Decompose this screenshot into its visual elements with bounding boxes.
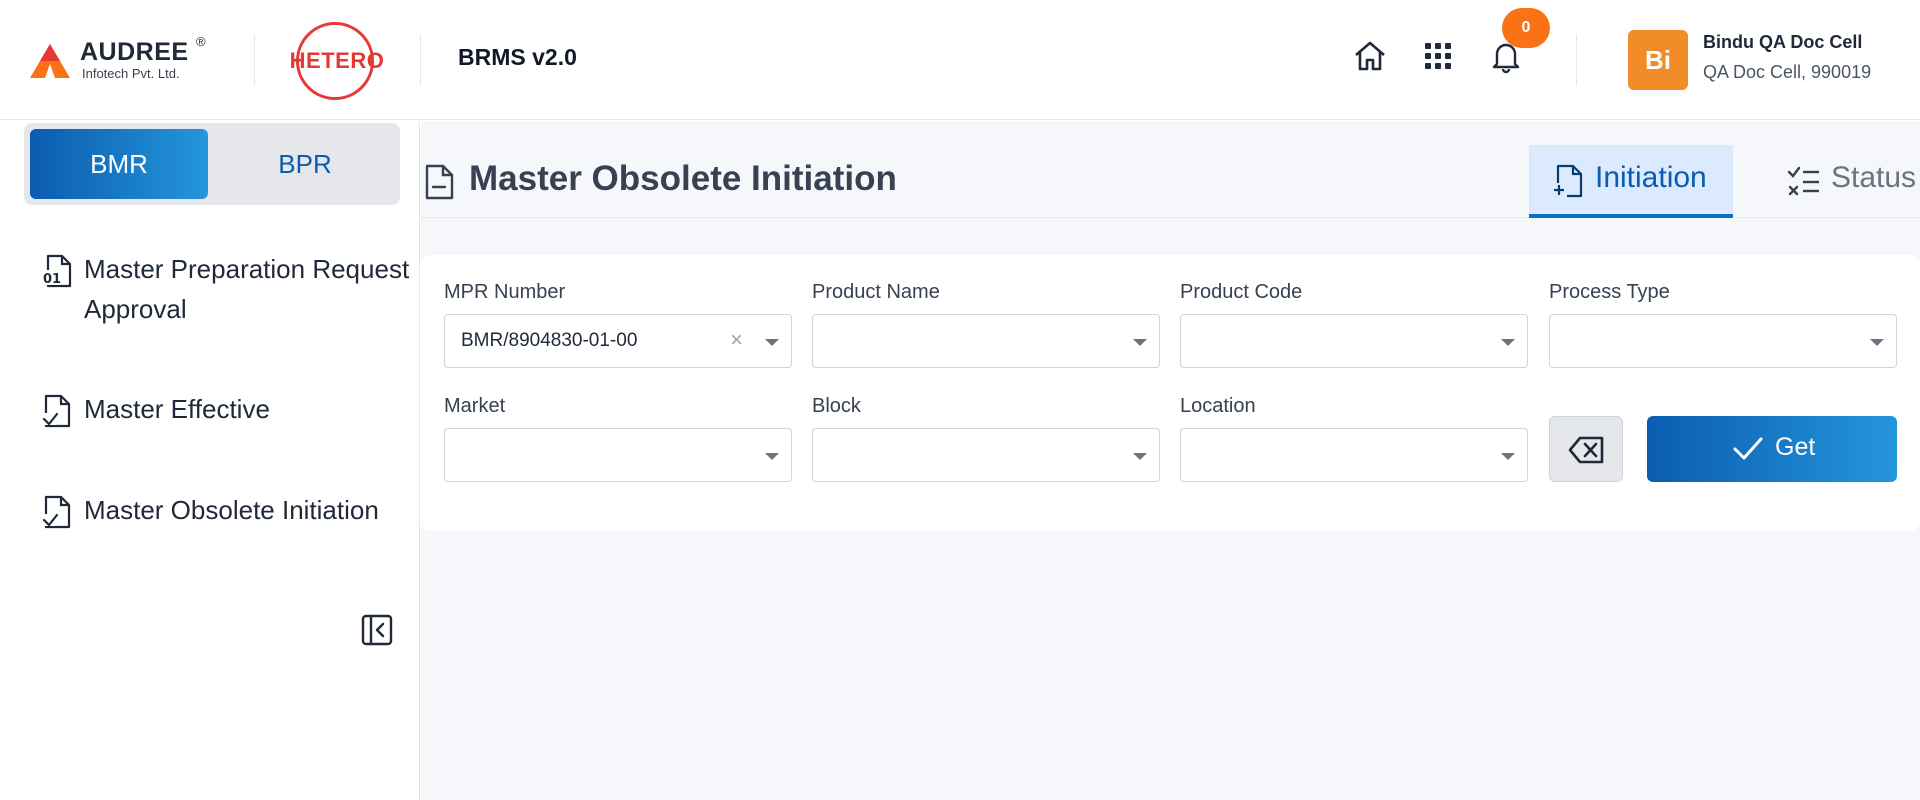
audree-logo-mark	[30, 44, 70, 78]
process-type-select[interactable]	[1549, 314, 1897, 368]
process-type-label: Process Type	[1549, 281, 1670, 303]
notification-count-badge[interactable]: 0	[1502, 8, 1550, 48]
product-name-select[interactable]	[812, 314, 1160, 368]
backspace-icon	[1568, 436, 1604, 464]
file-code-icon: 01	[42, 254, 72, 288]
collapse-sidebar-icon[interactable]	[360, 613, 394, 647]
filter-form: MPR Number BMR/8904830-01-00 × Product N…	[421, 255, 1920, 531]
product-code-select[interactable]	[1180, 314, 1528, 368]
sidebar-item-label: Master Preparation Request Approval	[84, 254, 410, 324]
page-header: Master Obsolete Initiation Initiation St…	[421, 121, 1920, 218]
user-name[interactable]: Bindu QA Doc Cell	[1703, 32, 1862, 53]
block-select[interactable]	[812, 428, 1160, 482]
audree-logo: AUDREE ® Infotech Pvt. Ltd.	[30, 34, 210, 84]
avatar[interactable]: Bi	[1628, 30, 1688, 90]
main-content: Master Obsolete Initiation Initiation St…	[421, 121, 1920, 800]
tab-status[interactable]: Status	[1761, 145, 1916, 218]
clear-selection-icon[interactable]: ×	[730, 327, 743, 353]
top-header: AUDREE ® Infotech Pvt. Ltd. HETERO BRMS …	[0, 0, 1920, 120]
apps-grid-icon[interactable]	[1420, 38, 1456, 74]
header-divider	[420, 34, 421, 86]
mpr-number-label: MPR Number	[444, 281, 566, 303]
market-select[interactable]	[444, 428, 792, 482]
app-title: BRMS v2.0	[458, 44, 577, 70]
product-code-label: Product Code	[1180, 281, 1303, 303]
chevron-down-icon	[1870, 339, 1884, 346]
chevron-down-icon	[1501, 453, 1515, 460]
chevron-down-icon	[1501, 339, 1515, 346]
header-divider	[254, 34, 255, 86]
page-title: Master Obsolete Initiation	[469, 159, 897, 198]
file-plus-icon	[1552, 164, 1583, 198]
header-divider	[1576, 34, 1577, 86]
tab-label: Status	[1831, 161, 1917, 194]
chevron-down-icon	[765, 453, 779, 460]
brand-subtitle: Infotech Pvt. Ltd.	[82, 66, 180, 81]
product-name-label: Product Name	[812, 281, 940, 303]
location-label: Location	[1180, 395, 1256, 417]
toggle-bpr[interactable]: BPR	[216, 129, 394, 199]
location-select[interactable]	[1180, 428, 1528, 482]
chevron-down-icon	[1133, 453, 1147, 460]
checklist-icon	[1787, 166, 1819, 196]
file-check-icon	[42, 495, 71, 529]
mpr-number-value: BMR/8904830-01-00	[461, 330, 638, 351]
sidebar-item-label: Master Effective	[84, 394, 270, 424]
sidebar-item-label: Master Obsolete Initiation	[84, 495, 379, 525]
file-check-icon	[42, 394, 71, 428]
block-label: Block	[812, 395, 861, 417]
sidebar: BMR BPR 01 Master Preparation Request Ap…	[0, 121, 420, 800]
clear-form-button[interactable]	[1549, 416, 1623, 482]
file-minus-icon	[425, 164, 454, 200]
market-label: Market	[444, 395, 506, 417]
chevron-down-icon	[765, 339, 779, 346]
toggle-bmr[interactable]: BMR	[30, 129, 208, 199]
hetero-logo-text: HETERO	[289, 48, 385, 73]
chevron-down-icon	[1133, 339, 1147, 346]
sidebar-item-master-preparation-request-approval[interactable]: 01 Master Preparation Request Approval	[40, 249, 410, 333]
user-department: QA Doc Cell, 990019	[1703, 62, 1872, 82]
mpr-number-select[interactable]: BMR/8904830-01-00 ×	[444, 314, 792, 368]
brand-registered-mark: ®	[196, 34, 206, 49]
tab-label: Initiation	[1595, 161, 1707, 194]
sidebar-item-master-effective[interactable]: Master Effective	[40, 389, 410, 433]
brand-name: AUDREE	[80, 38, 189, 66]
svg-text:01: 01	[43, 272, 61, 287]
home-icon[interactable]	[1352, 38, 1388, 74]
hetero-logo: HETERO	[288, 22, 386, 100]
get-button-label: Get	[1775, 433, 1816, 461]
tab-initiation[interactable]: Initiation	[1529, 145, 1733, 218]
sidebar-item-master-obsolete-initiation[interactable]: Master Obsolete Initiation	[40, 490, 410, 534]
check-icon	[1733, 437, 1763, 460]
get-button[interactable]: Get	[1647, 416, 1897, 482]
record-type-toggle: BMR BPR	[24, 123, 400, 205]
